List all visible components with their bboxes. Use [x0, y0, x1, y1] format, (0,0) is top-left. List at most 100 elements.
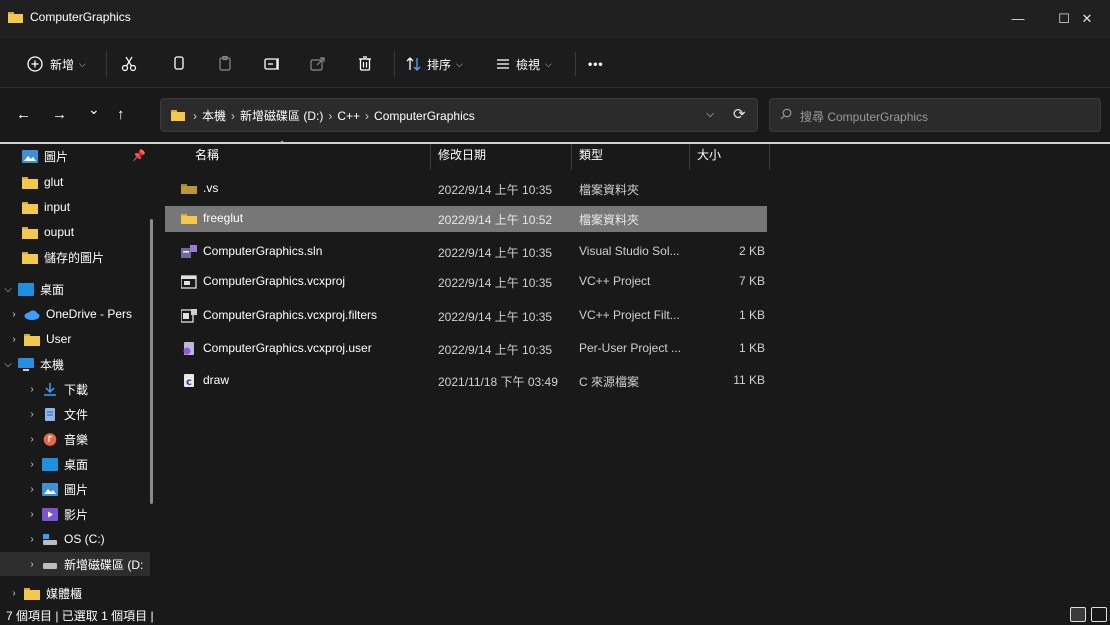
file-size: 11 KB [733, 373, 765, 387]
sidebar-item-desktop[interactable]: › 桌面 [0, 452, 150, 476]
forward-button[interactable]: → [52, 106, 67, 123]
file-name: ComputerGraphics.vcxproj [203, 274, 346, 288]
breadcrumb-computergraphics[interactable]: ComputerGraphics [374, 109, 475, 123]
chevron-right-icon[interactable]: › [8, 309, 20, 320]
column-header-modified[interactable]: 修改日期 [438, 144, 486, 170]
chevron-down-icon[interactable]: ⌵ [2, 359, 14, 370]
status-text: 7 個項目 | 已選取 1 個項目 | [6, 609, 154, 623]
sidebar-item-libraries[interactable]: › 媒體櫃 [0, 581, 150, 605]
breadcrumb-this-pc[interactable]: 本機 [202, 107, 226, 124]
sidebar-item-music[interactable]: › 音樂 [0, 427, 150, 451]
up-button[interactable]: ↑ [117, 106, 125, 123]
new-label: 新增 [50, 57, 75, 72]
sidebar-item-os-c[interactable]: › OS (C:) [0, 527, 150, 551]
file-row-selected[interactable]: freeglut 2022/9/14 上午 10:52 檔案資料夾 [165, 206, 767, 232]
folder-icon [22, 201, 38, 214]
sort-ascending-icon: ⌃ [278, 140, 287, 151]
sidebar-item-label: User [46, 332, 72, 346]
file-name: draw [203, 373, 230, 387]
sidebar-item-label: 桌面 [40, 282, 65, 297]
chevron-right-icon[interactable]: › [26, 509, 38, 520]
sidebar-item-user[interactable]: › User [0, 327, 150, 351]
os-drive-icon [43, 533, 57, 545]
copy-icon [174, 56, 184, 70]
breadcrumb-cpp[interactable]: C++ [337, 109, 360, 123]
close-button[interactable]: ✕ [1064, 0, 1110, 38]
sidebar-item-saved-pictures[interactable]: 儲存的圖片 [0, 245, 150, 269]
c-file-icon: c [184, 374, 194, 388]
sidebar-item-input[interactable]: input [0, 195, 150, 219]
chevron-right-icon[interactable]: › [26, 534, 38, 545]
delete-button[interactable] [356, 52, 374, 76]
recent-locations-button[interactable]: ⌄ [88, 101, 100, 118]
search-input[interactable]: 搜尋 ComputerGraphics [769, 98, 1101, 132]
file-modified: 2022/9/14 上午 10:35 [438, 183, 553, 197]
breadcrumb-separator: › [365, 108, 370, 123]
sidebar-item-glut[interactable]: glut [0, 170, 150, 194]
column-header-name[interactable]: 名稱 [195, 144, 219, 170]
sidebar-item-downloads[interactable]: › 下載 [0, 377, 150, 401]
toolbar-divider [394, 52, 395, 76]
file-row[interactable]: ComputerGraphics.sln 2022/9/14 上午 10:35 … [165, 239, 767, 265]
sidebar-item-pictures-pinned[interactable]: 圖片 [0, 144, 150, 168]
sidebar-item-documents[interactable]: › 文件 [0, 402, 150, 426]
minimize-button[interactable]: — [995, 0, 1041, 38]
column-divider[interactable] [571, 144, 572, 170]
column-divider[interactable] [430, 144, 431, 170]
more-options-button[interactable]: ••• [588, 52, 604, 76]
rename-button[interactable] [263, 52, 281, 76]
desktop-icon [42, 457, 58, 471]
paste-button[interactable] [216, 52, 234, 76]
column-header-type[interactable]: 類型 [579, 144, 603, 170]
file-row[interactable]: ComputerGraphics.vcxproj.filters 2022/9/… [165, 303, 767, 329]
refresh-button[interactable]: ⟳ [733, 105, 746, 123]
breadcrumb-drive-d[interactable]: 新增磁碟區 (D:) [240, 107, 323, 124]
chevron-right-icon[interactable]: › [8, 334, 20, 345]
sidebar-item-drive-d[interactable]: › 新增磁碟區 (D: [0, 552, 150, 576]
sidebar-item-this-pc[interactable]: ⌵ 本機 [0, 352, 150, 376]
address-history-button[interactable]: ⌵ [706, 108, 714, 121]
chevron-down-icon: ⌵ [456, 58, 463, 69]
cut-button[interactable] [120, 52, 138, 76]
sidebar-item-onedrive[interactable]: › OneDrive - Pers [0, 302, 150, 326]
column-divider[interactable] [689, 144, 690, 170]
sidebar-item-desktop-root[interactable]: ⌵ 桌面 [0, 277, 150, 301]
sidebar-item-videos[interactable]: › 影片 [0, 502, 150, 526]
chevron-right-icon[interactable]: › [26, 459, 38, 470]
column-divider[interactable] [769, 144, 770, 170]
chevron-right-icon[interactable]: › [26, 384, 38, 395]
pictures-icon [42, 482, 58, 496]
new-button[interactable]: 新增 ⌵ [26, 52, 86, 76]
sidebar-scrollbar[interactable] [150, 219, 153, 504]
sort-button[interactable]: 排序 ⌵ [405, 52, 463, 76]
address-bar[interactable]: › 本機 › 新增磁碟區 (D:) › C++ › ComputerGraphi… [160, 98, 758, 132]
file-type: C 來源檔案 [579, 375, 640, 389]
file-row[interactable]: c draw 2021/11/18 下午 03:49 C 來源檔案 11 KB [165, 368, 767, 394]
file-row[interactable]: ComputerGraphics.vcxproj 2022/9/14 上午 10… [165, 269, 767, 295]
view-button[interactable]: 檢視 ⌵ [494, 52, 552, 76]
column-header-size[interactable]: 大小 [697, 144, 721, 170]
chevron-right-icon[interactable]: › [26, 434, 38, 445]
sidebar-item-label: OS (C:) [64, 532, 105, 546]
chevron-right-icon[interactable]: › [26, 409, 38, 420]
sidebar-item-label: 音樂 [64, 432, 89, 447]
file-name: ComputerGraphics.vcxproj.filters [203, 308, 378, 322]
folder-icon [22, 251, 38, 264]
sort-icon [406, 57, 421, 71]
back-button[interactable]: ← [16, 106, 31, 123]
chevron-down-icon[interactable]: ⌵ [2, 284, 14, 295]
file-name: freeglut [203, 211, 244, 225]
share-button[interactable] [309, 52, 327, 76]
chevron-right-icon[interactable]: › [8, 588, 20, 599]
chevron-right-icon[interactable]: › [26, 559, 38, 570]
file-modified: 2021/11/18 下午 03:49 [438, 375, 558, 389]
chevron-right-icon[interactable]: › [26, 484, 38, 495]
copy-button[interactable] [170, 52, 188, 76]
details-view-button[interactable] [1070, 607, 1086, 622]
folder-icon [8, 12, 23, 23]
sidebar-item-pictures[interactable]: › 圖片 [0, 477, 150, 501]
sidebar-item-ouput[interactable]: ouput [0, 220, 150, 244]
file-row[interactable]: .vs 2022/9/14 上午 10:35 檔案資料夾 [165, 176, 767, 202]
tiles-view-button[interactable] [1091, 607, 1107, 622]
file-row[interactable]: ComputerGraphics.vcxproj.user 2022/9/14 … [165, 336, 767, 362]
